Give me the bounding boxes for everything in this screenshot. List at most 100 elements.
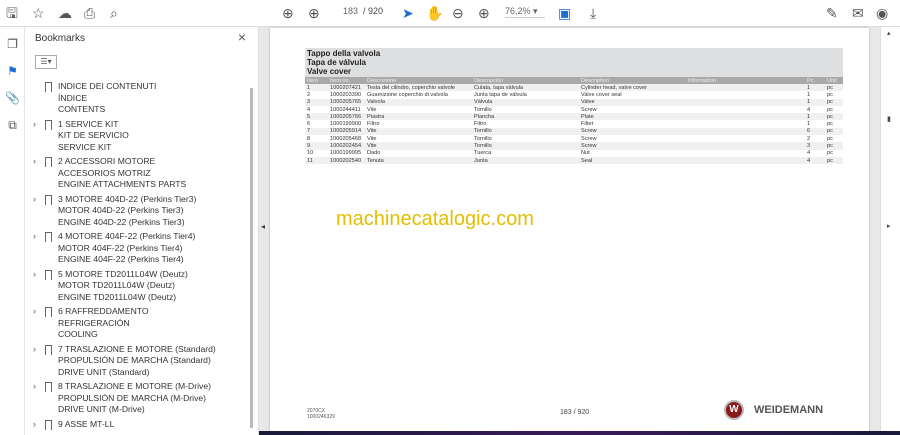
upload-cloud-icon[interactable]: ☁: [58, 4, 72, 22]
left-nav-strip: ❐ ⚑ 📎 ⧉: [0, 27, 25, 435]
brand-name: WEIDEMANN: [754, 404, 824, 416]
table-cell: 4: [807, 150, 811, 157]
bookmark-item[interactable]: › 4 MOTORE 404F-22 (Perkins Tier4) MOTOR 4…: [25, 231, 247, 266]
search-zoom-icon[interactable]: ⌕: [110, 4, 118, 22]
chevron-right-icon[interactable]: ›: [33, 306, 36, 318]
footer-codes: 2070CX 1000246329: [307, 408, 335, 420]
bookmark-item[interactable]: › 5 MOTORE TD2011L04W (Deutz) MOTOR TD2011…: [25, 269, 247, 304]
bookmarks-icon[interactable]: ⚑: [5, 64, 20, 79]
bookmark-item[interactable]: INDICE DEI CONTENUTI ÍNDICE CONTENTS: [25, 81, 247, 116]
hand-tool-icon[interactable]: ✋: [426, 4, 443, 22]
sign-icon[interactable]: ✎: [826, 4, 838, 22]
table-cell: [686, 113, 805, 121]
table-cell: 10: [307, 150, 314, 157]
select-cursor-icon[interactable]: ➤: [402, 4, 414, 22]
column-header: Unit: [825, 77, 843, 84]
chevron-right-icon[interactable]: ›: [33, 156, 36, 168]
table-cell: Vite: [365, 127, 472, 136]
chevron-down-icon: ▾: [533, 6, 538, 16]
bookmark-item[interactable]: › 8 TRASLAZIONE E MOTORE (M-Drive) PROPULS…: [25, 381, 247, 416]
layers-icon[interactable]: ⧉: [5, 118, 20, 133]
table-cell: [686, 106, 805, 113]
zoom-out-icon[interactable]: ⊖: [452, 4, 464, 22]
chevron-right-icon[interactable]: ›: [33, 119, 36, 131]
chevron-right-icon[interactable]: ›: [33, 344, 36, 356]
save-icon[interactable]: 🖫: [6, 4, 18, 22]
account-icon[interactable]: ◉: [876, 4, 888, 22]
close-icon[interactable]: ×: [238, 29, 246, 45]
table-cell: 3: [805, 142, 825, 150]
bookmark-label: COOLING: [58, 329, 98, 339]
bookmark-icon: [45, 194, 52, 205]
attachments-icon[interactable]: 📎: [5, 91, 20, 106]
table-cell: pc: [825, 113, 843, 121]
table-row: 6 1000199900 Filtro Filtro Filter 1 pc: [305, 120, 843, 127]
table-cell: pc: [825, 84, 843, 92]
bookmark-list: INDICE DEI CONTENUTI ÍNDICE CONTENTS › 1 SER…: [25, 81, 247, 433]
table-cell: Valve: [579, 98, 686, 106]
page-thumbnails-icon[interactable]: ❐: [5, 37, 20, 52]
scroll-thumb[interactable]: ▮: [887, 115, 891, 123]
table-cell: 4: [805, 156, 825, 165]
email-icon[interactable]: ✉: [852, 4, 864, 22]
bookmark-item[interactable]: › 2 ACCESSORI MOTORE ACCESORIOS MOTRIZ ENGI…: [25, 156, 247, 191]
next-page-icon[interactable]: ⊕: [308, 4, 320, 22]
bookmark-item[interactable]: › 9 ASSE MT-LL: [25, 419, 247, 431]
table-row: 8 1000205468 Vite Tornillo Screw 2 pc: [305, 135, 843, 142]
panel-scrollbar[interactable]: [249, 82, 255, 432]
bookmark-item[interactable]: › 3 MOTORE 404D-22 (Perkins Tier3) MOTOR 4…: [25, 194, 247, 229]
bookmark-label: CONTENTS: [58, 104, 106, 114]
table-row: 10 1000199995 Dado Tuerca Nut 4 pc: [305, 150, 843, 157]
collapse-left-icon[interactable]: ◂: [261, 222, 265, 231]
table-row: 4 1000244411 Vite Tornillo Screw 4 pc: [305, 106, 843, 113]
table-cell: pc: [827, 135, 833, 142]
chevron-right-icon[interactable]: ›: [33, 231, 36, 243]
table-cell: pc: [827, 106, 833, 113]
bookmark-star-icon[interactable]: ☆: [32, 4, 45, 22]
table-row: 3 1000205765 Valvola Válvula Valve 1 pc: [305, 98, 843, 106]
table-cell: Seal: [579, 156, 686, 165]
table-row: 11 1000202540 Tenuta Junta Seal 4 pc: [305, 156, 843, 165]
bookmark-item[interactable]: › 1 SERVICE KIT KIT DE SERVICIO SERVICE KIT: [25, 119, 247, 154]
table-cell: pc: [827, 91, 833, 98]
table-cell: Válvula: [472, 98, 579, 106]
page-fit-icon[interactable]: ▣: [558, 4, 571, 22]
table-cell: Tornillo: [474, 135, 492, 142]
zoom-level-select[interactable]: 76,2% ▾: [505, 6, 545, 18]
bookmark-label: 1 SERVICE KIT: [58, 118, 119, 129]
table-cell: 1000199995: [330, 150, 362, 157]
table-cell: Tenuta: [365, 156, 472, 165]
chevron-right-icon[interactable]: ›: [33, 194, 36, 206]
chevron-right-icon[interactable]: ›: [33, 419, 36, 431]
bookmark-label: 8 TRASLAZIONE E MOTORE (M-Drive): [58, 381, 211, 391]
bookmark-item[interactable]: › 7 TRASLAZIONE E MOTORE (Standard) PROPUL…: [25, 344, 247, 379]
scroll-mode-icon[interactable]: ⤓: [590, 4, 596, 22]
print-icon[interactable]: ⎙: [84, 4, 95, 22]
footer-code: 1000246329: [307, 414, 335, 420]
bookmark-item[interactable]: › 6 RAFFREDDAMENTO REFRIGERACIÓN COOLING: [25, 306, 247, 341]
table-cell: 8: [307, 135, 311, 142]
scroll-up-icon[interactable]: ▴: [887, 29, 891, 37]
zoom-in-icon[interactable]: ⊕: [478, 4, 490, 22]
chevron-right-icon[interactable]: ›: [33, 269, 36, 281]
bookmark-options-button[interactable]: ☰▾: [35, 55, 57, 69]
page-number-input[interactable]: 183: [333, 6, 358, 16]
chevron-right-icon[interactable]: ›: [33, 381, 36, 393]
table-cell: Screw: [579, 142, 686, 150]
table-cell: Vite: [365, 142, 472, 150]
table-cell: [686, 120, 805, 127]
bookmark-label: ENGINE TD2011L04W (Deutz): [58, 291, 177, 302]
table-cell: pc: [825, 127, 843, 136]
footer-page-number: 183 / 920: [560, 409, 590, 416]
column-header: Information: [686, 77, 805, 84]
table-cell: 1: [805, 84, 825, 92]
document-scrollbar[interactable]: ▴ ▮ ▸: [880, 27, 900, 431]
bookmark-label: SERVICE KIT: [58, 141, 112, 152]
bookmark-icon: [45, 382, 52, 392]
previous-page-icon[interactable]: ⊕: [282, 4, 294, 22]
table-cell: Testa del cilindro, coperchio valvole: [365, 84, 472, 92]
table-cell: 1000203390: [330, 91, 362, 98]
collapse-right-icon[interactable]: ▸: [887, 222, 891, 230]
bookmark-icon: [45, 82, 52, 92]
bookmark-label: INDICE DEI CONTENUTI: [58, 81, 157, 91]
